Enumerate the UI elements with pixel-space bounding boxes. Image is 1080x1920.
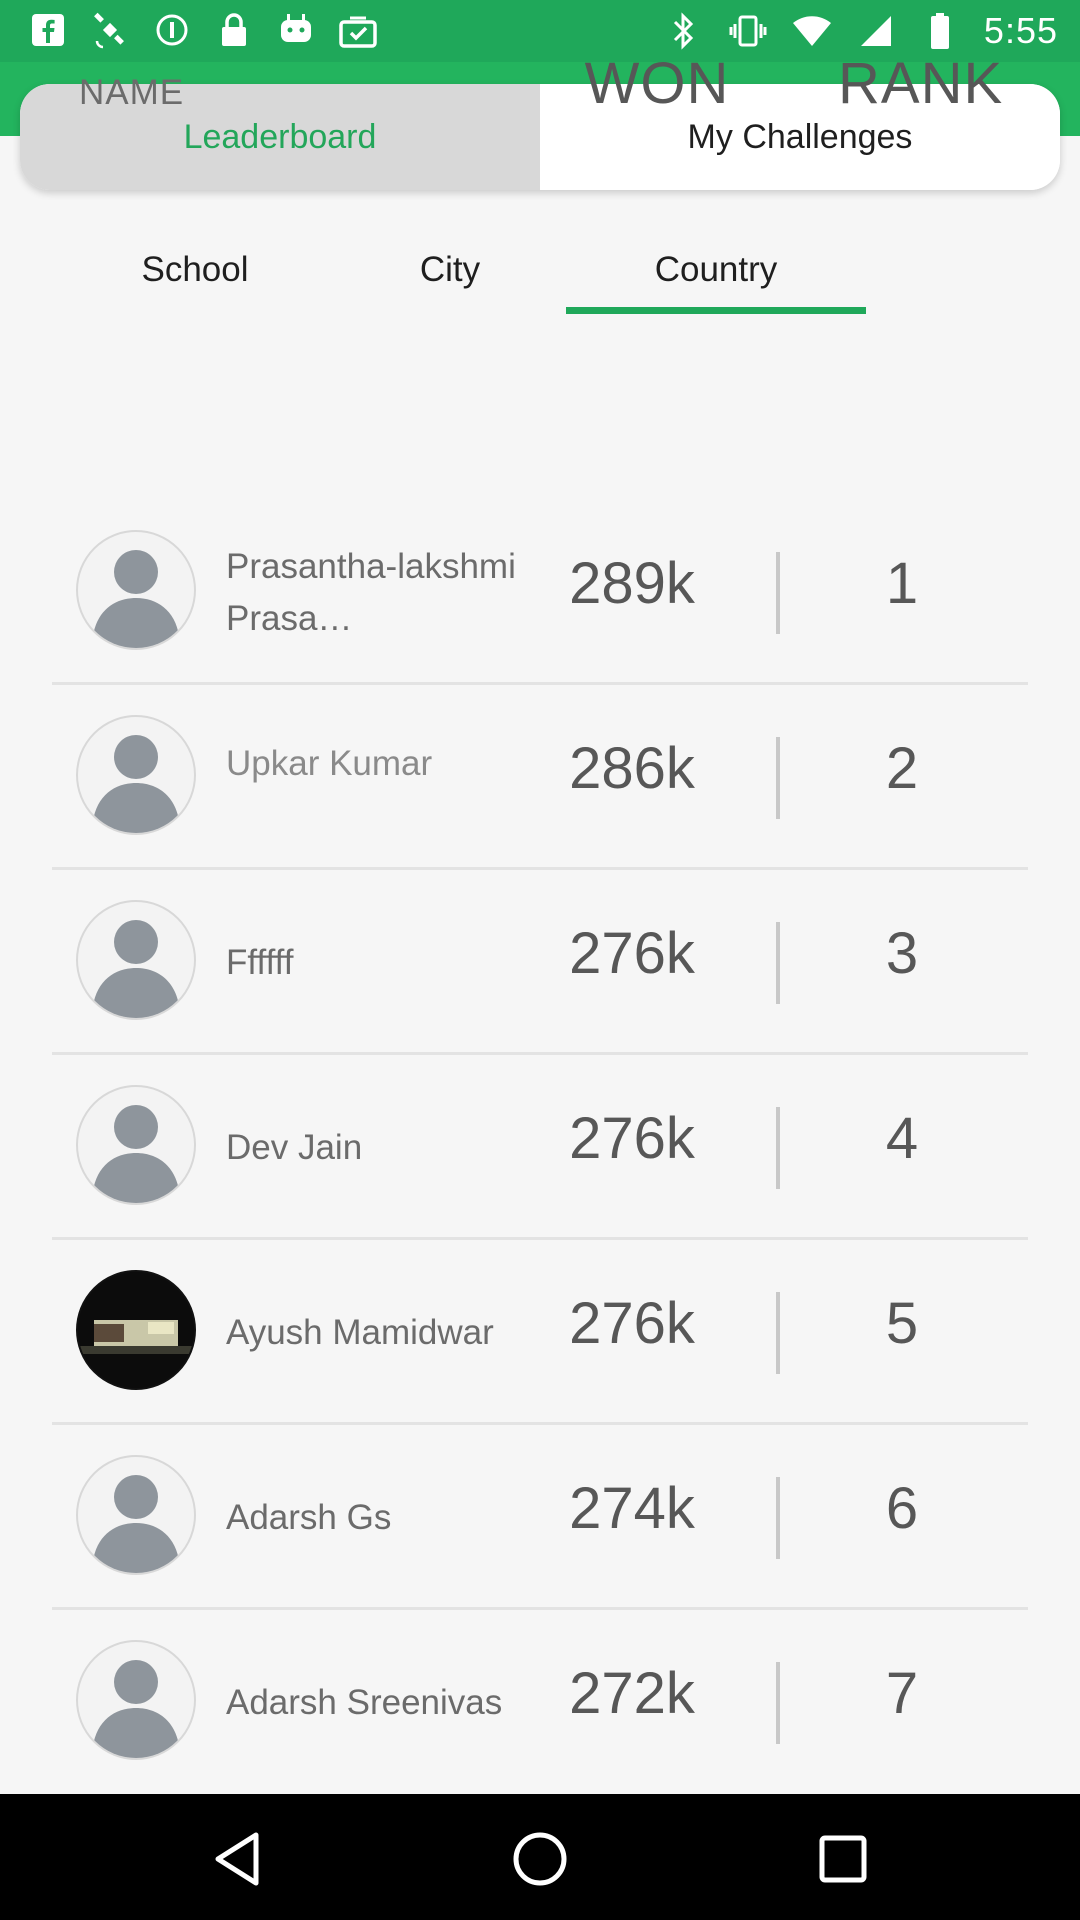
signal-icon [856,11,896,51]
column-divider [776,1107,780,1189]
leaderboard-row[interactable]: Dev Jain 276k 4 [52,1055,1028,1240]
recent-apps-icon[interactable] [808,1824,878,1894]
tab-school[interactable]: School [110,250,280,290]
column-header-rank: RANK [838,50,1002,117]
scope-tabs: School City Country [0,250,1080,320]
player-name: Dev Jain [226,1128,363,1167]
home-icon[interactable] [505,1824,575,1894]
tab-country[interactable]: Country [566,250,866,290]
player-name: Adarsh Gs [226,1498,392,1537]
facebook-icon [28,10,68,50]
bluetooth-icon [664,11,704,51]
column-divider [776,552,780,634]
player-won: 276k [569,1106,695,1171]
leaderboard-row[interactable]: Adarsh Gs 274k 6 [52,1425,1028,1610]
player-rank: 6 [885,1476,919,1541]
default-avatar-icon [76,1085,196,1205]
player-name: Adarsh Sreenivas [226,1683,503,1722]
player-rank: 7 [885,1661,919,1726]
default-avatar-icon [76,1640,196,1760]
player-rank: 3 [885,921,919,986]
leaderboard-list: Prasantha-lakshmi Prasa… 289k 1 Upkar Ku… [52,500,1028,1795]
default-avatar-icon [76,1455,196,1575]
player-name: Prasantha-lakshmi Prasa… [226,547,516,638]
column-divider [776,1662,780,1744]
leaderboard-row[interactable]: Upkar Kumar 286k 2 [52,685,1028,870]
player-won: 276k [569,921,695,986]
leaderboard-row[interactable]: Ffffff 276k 3 [52,870,1028,1055]
player-name: Ffffff [226,943,294,982]
player-won: 272k [569,1661,695,1726]
column-divider [776,737,780,819]
player-won: 289k [569,551,695,616]
battery-icon [920,11,960,51]
player-won: 286k [569,736,695,801]
vibrate-icon [728,11,768,51]
default-avatar-icon [76,900,196,1020]
status-time: 5:55 [983,10,1058,51]
column-header-won: WON [584,51,730,116]
tab-city[interactable]: City [390,250,510,290]
photo-avatar [76,1270,196,1390]
leaderboard-row[interactable]: Adarsh Sreenivas 272k 7 [52,1610,1028,1795]
back-icon[interactable] [202,1824,272,1894]
default-avatar-icon [76,530,196,650]
default-avatar-icon [76,715,196,835]
player-won: 274k [569,1476,695,1541]
system-nav-bar [0,1794,1080,1920]
player-rank: 4 [885,1106,919,1171]
column-header-name: NAME [79,73,185,112]
player-name: Upkar Kumar [226,744,433,783]
player-rank: 2 [885,736,919,801]
player-name: Ayush Mamidwar [226,1313,494,1352]
tab-country-indicator [566,307,866,314]
leaderboard-row[interactable]: Prasantha-lakshmi Prasa… 289k 1 [52,500,1028,685]
wifi-icon [792,11,832,51]
player-rank: 1 [885,551,919,616]
column-divider [776,922,780,1004]
status-icons-right: 5:55 [664,10,1058,52]
player-won: 276k [569,1291,695,1356]
column-divider [776,1292,780,1374]
leaderboard-row[interactable]: Ayush Mamidwar 276k 5 [52,1240,1028,1425]
column-divider [776,1477,780,1559]
player-rank: 5 [885,1291,919,1356]
